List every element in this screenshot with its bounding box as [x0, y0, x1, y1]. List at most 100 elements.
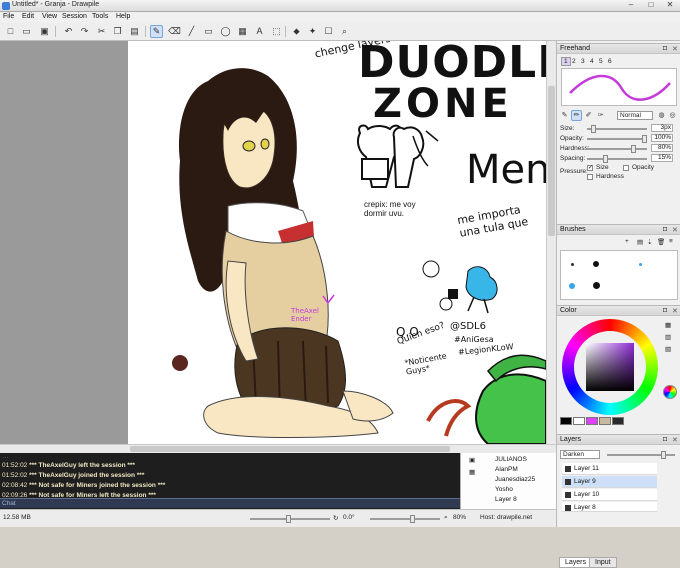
zoom-handle[interactable]	[410, 515, 415, 523]
brush-preset-item[interactable]	[571, 263, 574, 266]
line-tool-icon[interactable]: ╱	[185, 25, 198, 38]
copy-icon[interactable]: ❐	[111, 25, 124, 38]
tab-input[interactable]: Input	[589, 557, 617, 568]
pressure-hardness-checkbox[interactable]	[587, 174, 593, 180]
horizontal-scroll-thumb[interactable]	[130, 446, 450, 452]
menu-edit[interactable]: Edit	[22, 13, 34, 20]
user-item[interactable]: AlanPM	[495, 466, 518, 473]
user-item[interactable]: JULIANOS	[495, 456, 527, 463]
freehand-tool-icon[interactable]: ✎	[150, 25, 163, 38]
maximize-button[interactable]: □	[642, 0, 660, 10]
vertical-scrollbar[interactable]	[546, 41, 556, 444]
preset-tab-1[interactable]: 1	[561, 57, 571, 66]
fill-tool-icon[interactable]: ▦	[236, 25, 249, 38]
color-mode-icon[interactable]	[663, 385, 677, 399]
vertical-scroll-thumb[interactable]	[548, 86, 555, 236]
rectangle-tool-icon[interactable]: ▭	[202, 25, 215, 38]
user-item[interactable]: Layer 8	[495, 496, 517, 503]
open-file-icon[interactable]: ▭	[20, 25, 33, 38]
pressure-opacity-checkbox[interactable]	[623, 165, 629, 171]
blend-mode-select[interactable]: Normal	[617, 111, 653, 120]
close-button[interactable]: ✕	[661, 0, 679, 10]
save-icon[interactable]: ▣	[38, 25, 51, 38]
color-picker-icon[interactable]: ⬥	[290, 25, 303, 38]
spacing-slider-handle[interactable]	[603, 155, 608, 163]
size-slider-handle[interactable]	[591, 125, 596, 133]
layer-row[interactable]: Layer 10	[562, 489, 657, 501]
spacing-slider[interactable]	[587, 155, 647, 163]
color-swatch[interactable]	[586, 417, 598, 425]
layer-opacity-slider[interactable]	[607, 451, 675, 459]
panel-close-icon[interactable]: ✕	[672, 45, 678, 53]
smudge-brush-icon[interactable]: ✐	[583, 110, 594, 121]
zoom-tool-icon[interactable]: ⌕	[338, 25, 351, 38]
grid-icon[interactable]: ▦	[469, 468, 475, 476]
undo-icon[interactable]: ↶	[62, 25, 75, 38]
paste-icon[interactable]: ▤	[128, 25, 141, 38]
spacing-value[interactable]: 15%	[651, 154, 673, 162]
saturation-value-square[interactable]	[586, 343, 634, 391]
menu-view[interactable]: View	[42, 13, 57, 20]
menu-file[interactable]: File	[3, 13, 14, 20]
brushes-close-icon[interactable]: ✕	[672, 226, 678, 234]
color-palette-icon[interactable]: ▧	[665, 345, 671, 353]
layers-float-icon[interactable]: ◘	[663, 436, 667, 443]
hardness-slider-handle[interactable]	[631, 145, 636, 153]
preset-tab-6[interactable]: 6	[608, 58, 612, 65]
chat-input[interactable]: Chat	[0, 498, 460, 508]
color-close-icon[interactable]: ✕	[672, 307, 678, 315]
panel-float-icon[interactable]: ◘	[663, 45, 667, 52]
menu-help[interactable]: Help	[116, 13, 130, 20]
size-value[interactable]: 3px	[651, 124, 673, 132]
cut-icon[interactable]: ✂	[95, 25, 108, 38]
lock-session-icon[interactable]: ▣	[469, 456, 475, 464]
preset-tab-2[interactable]: 2	[572, 58, 576, 65]
layer-row[interactable]: Layer 8	[562, 502, 657, 512]
annotation-icon[interactable]: ☐	[322, 25, 335, 38]
color-swatch[interactable]	[560, 417, 572, 425]
brushes-float-icon[interactable]: ◘	[663, 226, 667, 233]
redo-icon[interactable]: ↷	[78, 25, 91, 38]
menu-tools[interactable]: Tools	[92, 13, 108, 20]
soft-brush-icon[interactable]: ✏	[571, 110, 582, 121]
user-item[interactable]: Yosho	[495, 486, 513, 493]
color-swatch[interactable]	[599, 417, 611, 425]
user-item[interactable]: Juanesdiaz25	[495, 476, 535, 483]
zoom-slider[interactable]	[370, 515, 440, 523]
drawing-canvas[interactable]: DUODLES ZONE chenge layers? crepix: me v…	[128, 41, 546, 444]
color-grid-icon[interactable]: ▦	[665, 321, 671, 329]
preset-tab-3[interactable]: 3	[581, 58, 585, 65]
copy-brush-icon[interactable]: ▤	[637, 238, 643, 246]
tab-layers[interactable]: Layers	[559, 557, 593, 568]
brush-preset-item[interactable]	[593, 261, 599, 267]
preset-tab-4[interactable]: 4	[590, 58, 594, 65]
import-brush-icon[interactable]: ⇣	[647, 238, 652, 246]
hue-wheel[interactable]	[562, 319, 658, 415]
color-float-icon[interactable]: ◘	[663, 307, 667, 314]
horizontal-scrollbar[interactable]	[0, 444, 556, 453]
opacity-value[interactable]: 100%	[651, 134, 673, 142]
brush-preset-item[interactable]	[639, 263, 642, 266]
pixel-brush-icon[interactable]: ✎	[559, 110, 570, 121]
zoom-icon[interactable]: ⌕	[444, 514, 448, 522]
opacity-slider-handle[interactable]	[642, 135, 647, 143]
preset-tab-5[interactable]: 5	[599, 58, 603, 65]
rotation-handle[interactable]	[286, 515, 291, 523]
menu-session[interactable]: Session	[62, 13, 87, 20]
brush-preset-item[interactable]	[569, 283, 575, 289]
brush-menu-icon[interactable]: ≡	[669, 238, 673, 245]
size-slider[interactable]	[587, 125, 647, 133]
eraser-brush-icon[interactable]: ✑	[595, 110, 606, 121]
layer-row[interactable]: Layer 9	[562, 476, 657, 488]
minimize-button[interactable]: –	[622, 0, 640, 10]
rotate-icon[interactable]: ↻	[333, 514, 338, 522]
layer-blend-select[interactable]: Darken	[560, 450, 600, 459]
color-swatch[interactable]	[612, 417, 624, 425]
text-tool-icon[interactable]: A	[253, 25, 266, 38]
lock-alpha-icon[interactable]: ◍	[656, 110, 667, 121]
delete-brush-icon[interactable]: 🗑	[657, 238, 665, 246]
laser-pointer-icon[interactable]: ✦	[306, 25, 319, 38]
incremental-icon[interactable]: ◎	[667, 110, 678, 121]
pressure-size-checkbox[interactable]: ✓	[587, 165, 593, 171]
layer-opacity-handle[interactable]	[661, 451, 666, 459]
